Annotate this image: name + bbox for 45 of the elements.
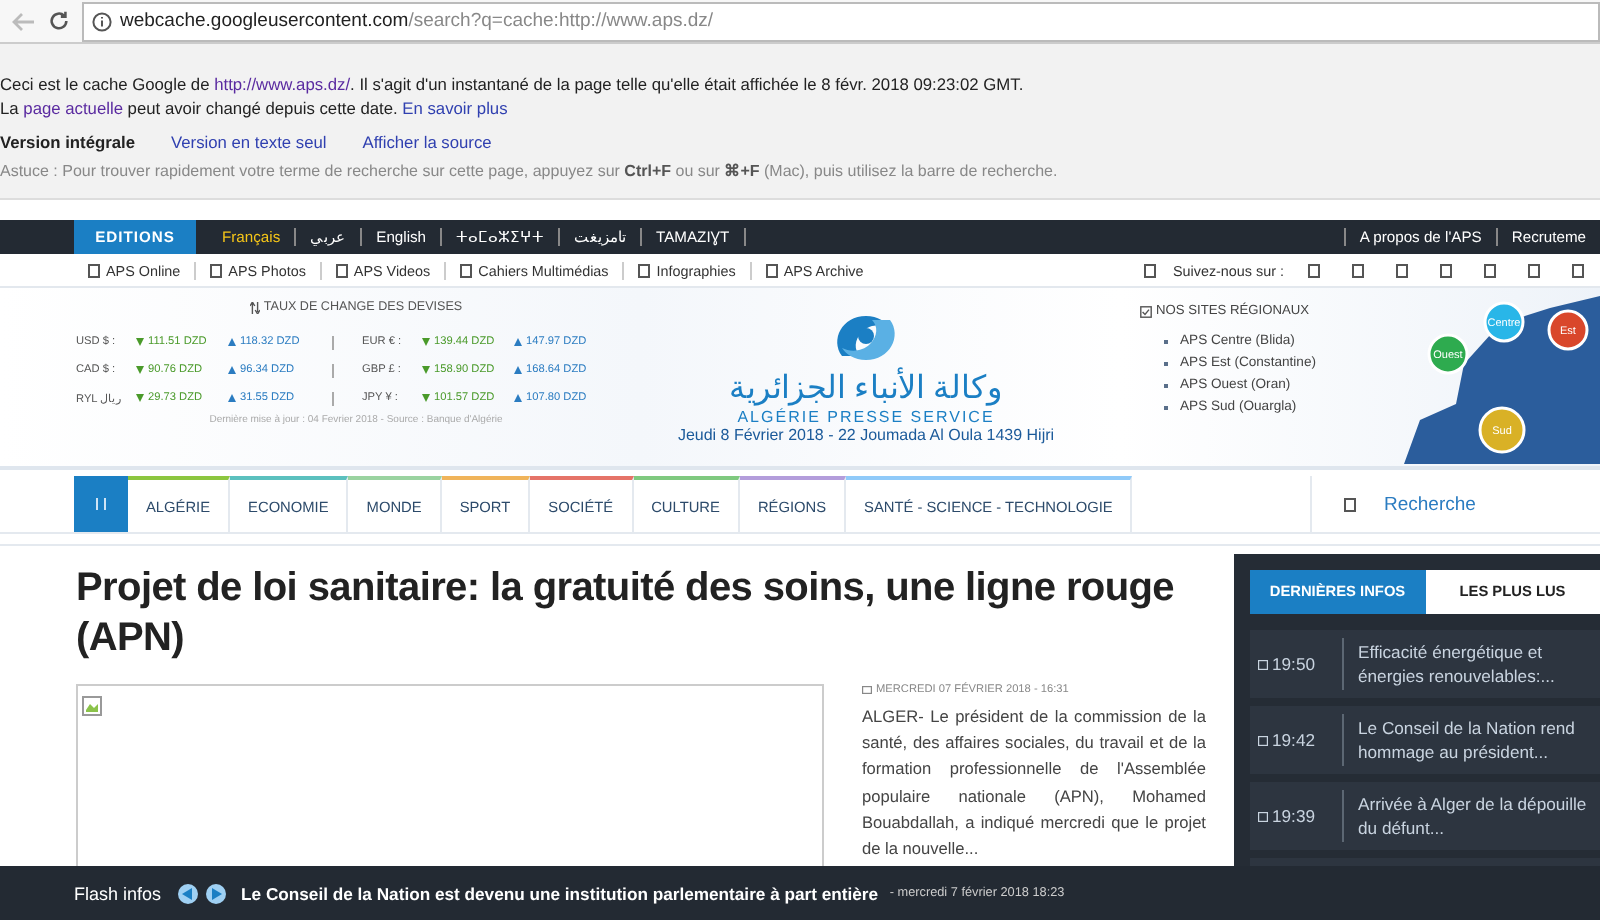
next-button[interactable] [205,883,226,903]
version-link[interactable]: Version intégrale [0,130,135,154]
up-arrow-icon [228,366,236,374]
news-time: 19:39 [1272,804,1316,830]
flash-label: Flash infos [74,883,162,903]
up-arrow-icon [514,394,522,402]
address-field[interactable]: webcache.googleusercontent.com/search?q=cache:http://www.aps.dz/ [82,1,1600,41]
cache-notice: La page actuelle peut avoir changé depuis cette date. En savoir plus [0,96,510,120]
logo-arabic: وكالة الأنباء الجزائرية [729,372,1003,408]
news-time: 19:50 [1272,652,1316,678]
site-link[interactable]: http://www.aps.dz/ [214,74,351,94]
down-arrow-icon [422,338,430,346]
broken-image-icon [82,696,102,716]
down-arrow-icon [136,366,144,374]
up-arrow-icon [228,338,236,346]
right-arrow-icon [209,887,222,899]
news-title: Arrivée à Alger de la dépouille du défunt... [1356,792,1589,840]
up-arrow-icon [228,394,236,402]
news-title: Le Conseil de la Nation rend hommage au président... [1356,716,1577,764]
down-arrow-icon [136,338,144,346]
search-link[interactable]: Recherche [1310,476,1600,532]
learn-more-link[interactable]: En savoir plus [402,98,508,118]
down-arrow-icon [136,394,144,402]
left-arrow-icon [181,887,194,899]
info-icon[interactable] [92,11,112,31]
checkbox-icon [1140,305,1152,317]
date-line: Jeudi 8 Février 2018 - 22 Joumada Al Oula 1439 Hijri [677,426,1055,444]
news-time: 19:42 [1272,728,1316,754]
down-arrow-icon [422,394,430,402]
article-summary: ALGER- Le président de la commission de la santé, des affaires sociales, du travail et de la formation professionnelle de l'Assemblée populaire nationale (APN), Mohamed Bouabdallah, a indiqué mercredi que le projet de la nouvelle... [862,704,1206,863]
article-title[interactable]: Projet de loi sanitaire: la gratuité des soins, une ligne rouge (APN) [76,564,1206,664]
news-title: Efficacité énergétique et énergies renouvelables:... [1356,640,1557,688]
up-arrow-icon [514,338,522,346]
tip-text: Astuce : Pour trouver rapidement votre terme de recherche sur cette page, appuyez sur Ctrl+F ou sur ⌘+F (Mac), puis utilisez la barre de recherche. [0,162,1060,180]
flash-headline[interactable]: Le Conseil de la Nation est devenu une institution parlementaire à part entière [241,883,879,903]
current-page-link[interactable]: page actuelle [23,98,123,118]
down-arrow-icon [422,366,430,374]
reload-icon[interactable] [48,10,70,32]
version-link[interactable]: Version en texte seul [171,130,327,154]
cache-notice: Ceci est le cache Google de http://www.aps.dz/. Il s'agit d'un instantané de la page telle qu'elle était affichée le 8 févr. 2018 09:23:02 GMT. [0,72,1026,96]
previous-button[interactable] [177,883,198,903]
up-arrow-icon [514,366,522,374]
version-link[interactable]: Afficher la source [362,130,492,154]
logo-name: ALGÉRIE PRESSE SERVICE [737,408,995,426]
exchange-icon [249,301,260,313]
